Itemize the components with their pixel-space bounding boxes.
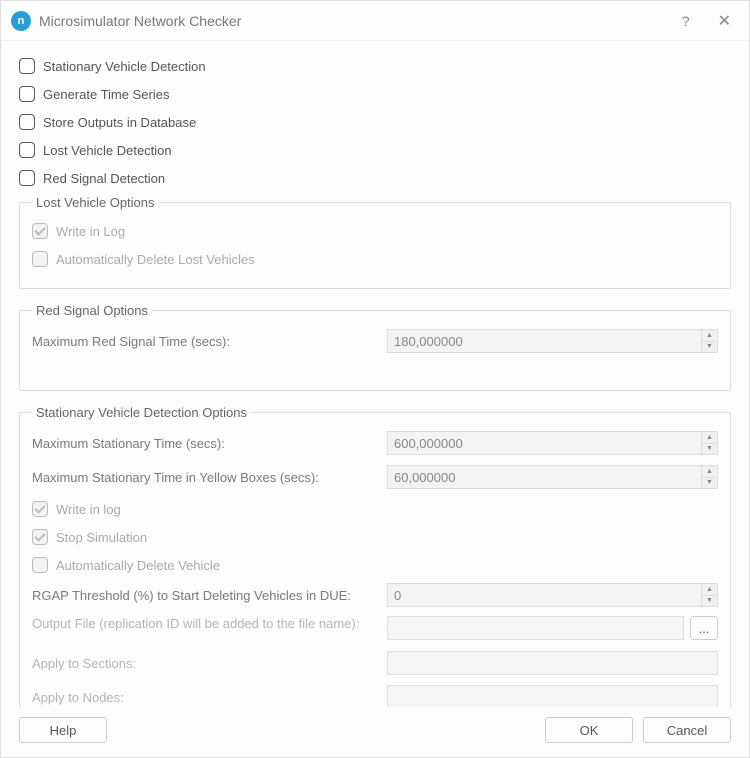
spin-up-icon[interactable]: ▲ [702,432,717,444]
apply-nodes-field[interactable] [387,685,718,707]
browse-button[interactable]: ... [690,616,718,640]
field-label: Maximum Stationary Time in Yellow Boxes … [32,470,387,485]
checkbox-icon [19,86,35,102]
spin-up-icon[interactable]: ▲ [702,330,717,342]
checkbox-icon [19,142,35,158]
spin-up-icon[interactable]: ▲ [702,584,717,596]
spin-down-icon[interactable]: ▼ [702,444,717,455]
field-label: Apply to Nodes: [32,690,387,705]
checkbox-icon [32,501,48,517]
spinbox-input[interactable] [388,330,701,352]
row-output-file: Output File (replication ID will be adde… [32,616,718,642]
window-title: Microsimulator Network Checker [39,13,682,29]
checkbox-icon [19,114,35,130]
checkbox-red-signal-detection[interactable]: Red Signal Detection [19,167,731,189]
spinbox-max-red-time[interactable]: ▲ ▼ [387,329,718,353]
checkbox-label: Write in log [56,502,121,517]
checkbox-label: Red Signal Detection [43,171,165,186]
checkbox-icon [32,251,48,267]
checkbox-icon [32,557,48,573]
group-red-signal: Red Signal Options Maximum Red Signal Ti… [19,303,731,391]
spinbox-max-stationary-time[interactable]: ▲ ▼ [387,431,718,455]
checkbox-stop-simulation: Stop Simulation [32,526,718,548]
group-legend: Stationary Vehicle Detection Options [32,405,251,420]
spin-down-icon[interactable]: ▼ [702,478,717,489]
group-stationary: Stationary Vehicle Detection Options Max… [19,405,731,707]
spinbox-input[interactable] [388,584,701,606]
group-lost-vehicle: Lost Vehicle Options Write in Log Automa… [19,195,731,289]
cancel-button[interactable]: Cancel [643,717,731,743]
checkbox-label: Store Outputs in Database [43,115,196,130]
checkbox-icon [19,170,35,186]
apply-sections-field[interactable] [387,651,718,675]
help-icon[interactable]: ? [682,13,690,29]
spinbox-input[interactable] [388,432,701,454]
spinner-buttons: ▲ ▼ [701,432,717,454]
spinbox-max-yellow-time[interactable]: ▲ ▼ [387,465,718,489]
spinbox-rgap[interactable]: ▲ ▼ [387,583,718,607]
spin-down-icon[interactable]: ▼ [702,596,717,607]
checkbox-lost-vehicle-detection[interactable]: Lost Vehicle Detection [19,139,731,161]
checkbox-label: Stop Simulation [56,530,147,545]
spin-up-icon[interactable]: ▲ [702,466,717,478]
row-max-yellow-time: Maximum Stationary Time in Yellow Boxes … [32,464,718,490]
checkbox-label: Lost Vehicle Detection [43,143,172,158]
checkbox-label: Generate Time Series [43,87,169,102]
spinbox-input[interactable] [388,466,701,488]
field-label: RGAP Threshold (%) to Start Deleting Veh… [32,588,387,603]
titlebar-controls: ? ✕ [682,7,739,35]
spin-down-icon[interactable]: ▼ [702,342,717,353]
app-icon: n [11,11,31,31]
checkbox-label: Automatically Delete Vehicle [56,558,220,573]
checkbox-generate-time-series[interactable]: Generate Time Series [19,83,731,105]
checkbox-write-in-log-stationary: Write in log [32,498,718,520]
checkbox-stationary-detection[interactable]: Stationary Vehicle Detection [19,55,731,77]
row-apply-sections: Apply to Sections: [32,650,718,676]
content-area: Stationary Vehicle Detection Generate Ti… [1,41,749,707]
field-label: Apply to Sections: [32,656,387,671]
checkbox-icon [19,58,35,74]
spinner-buttons: ▲ ▼ [701,584,717,606]
checkbox-icon [32,529,48,545]
row-apply-nodes: Apply to Nodes: [32,684,718,707]
field-label: Maximum Stationary Time (secs): [32,436,387,451]
checkbox-label: Stationary Vehicle Detection [43,59,206,74]
checkbox-icon [32,223,48,239]
row-rgap-threshold: RGAP Threshold (%) to Start Deleting Veh… [32,582,718,608]
titlebar: n Microsimulator Network Checker ? ✕ [1,1,749,41]
checkbox-label: Automatically Delete Lost Vehicles [56,252,255,267]
help-button[interactable]: Help [19,717,107,743]
field-label: Maximum Red Signal Time (secs): [32,334,387,349]
checkbox-store-outputs[interactable]: Store Outputs in Database [19,111,731,133]
dialog-window: n Microsimulator Network Checker ? ✕ Sta… [0,0,750,758]
checkbox-auto-delete-vehicle: Automatically Delete Vehicle [32,554,718,576]
close-icon[interactable]: ✕ [710,7,739,35]
output-file-field[interactable] [387,616,684,640]
spinner-buttons: ▲ ▼ [701,466,717,488]
row-max-stationary-time: Maximum Stationary Time (secs): ▲ ▼ [32,430,718,456]
checkbox-auto-delete-lost: Automatically Delete Lost Vehicles [32,248,718,270]
checkbox-write-in-log: Write in Log [32,220,718,242]
group-legend: Lost Vehicle Options [32,195,159,210]
field-label: Output File (replication ID will be adde… [32,616,387,633]
group-legend: Red Signal Options [32,303,152,318]
spinner-buttons: ▲ ▼ [701,330,717,352]
ok-button[interactable]: OK [545,717,633,743]
row-max-red-time: Maximum Red Signal Time (secs): ▲ ▼ [32,328,718,354]
checkbox-label: Write in Log [56,224,125,239]
footer: Help OK Cancel [1,707,749,757]
